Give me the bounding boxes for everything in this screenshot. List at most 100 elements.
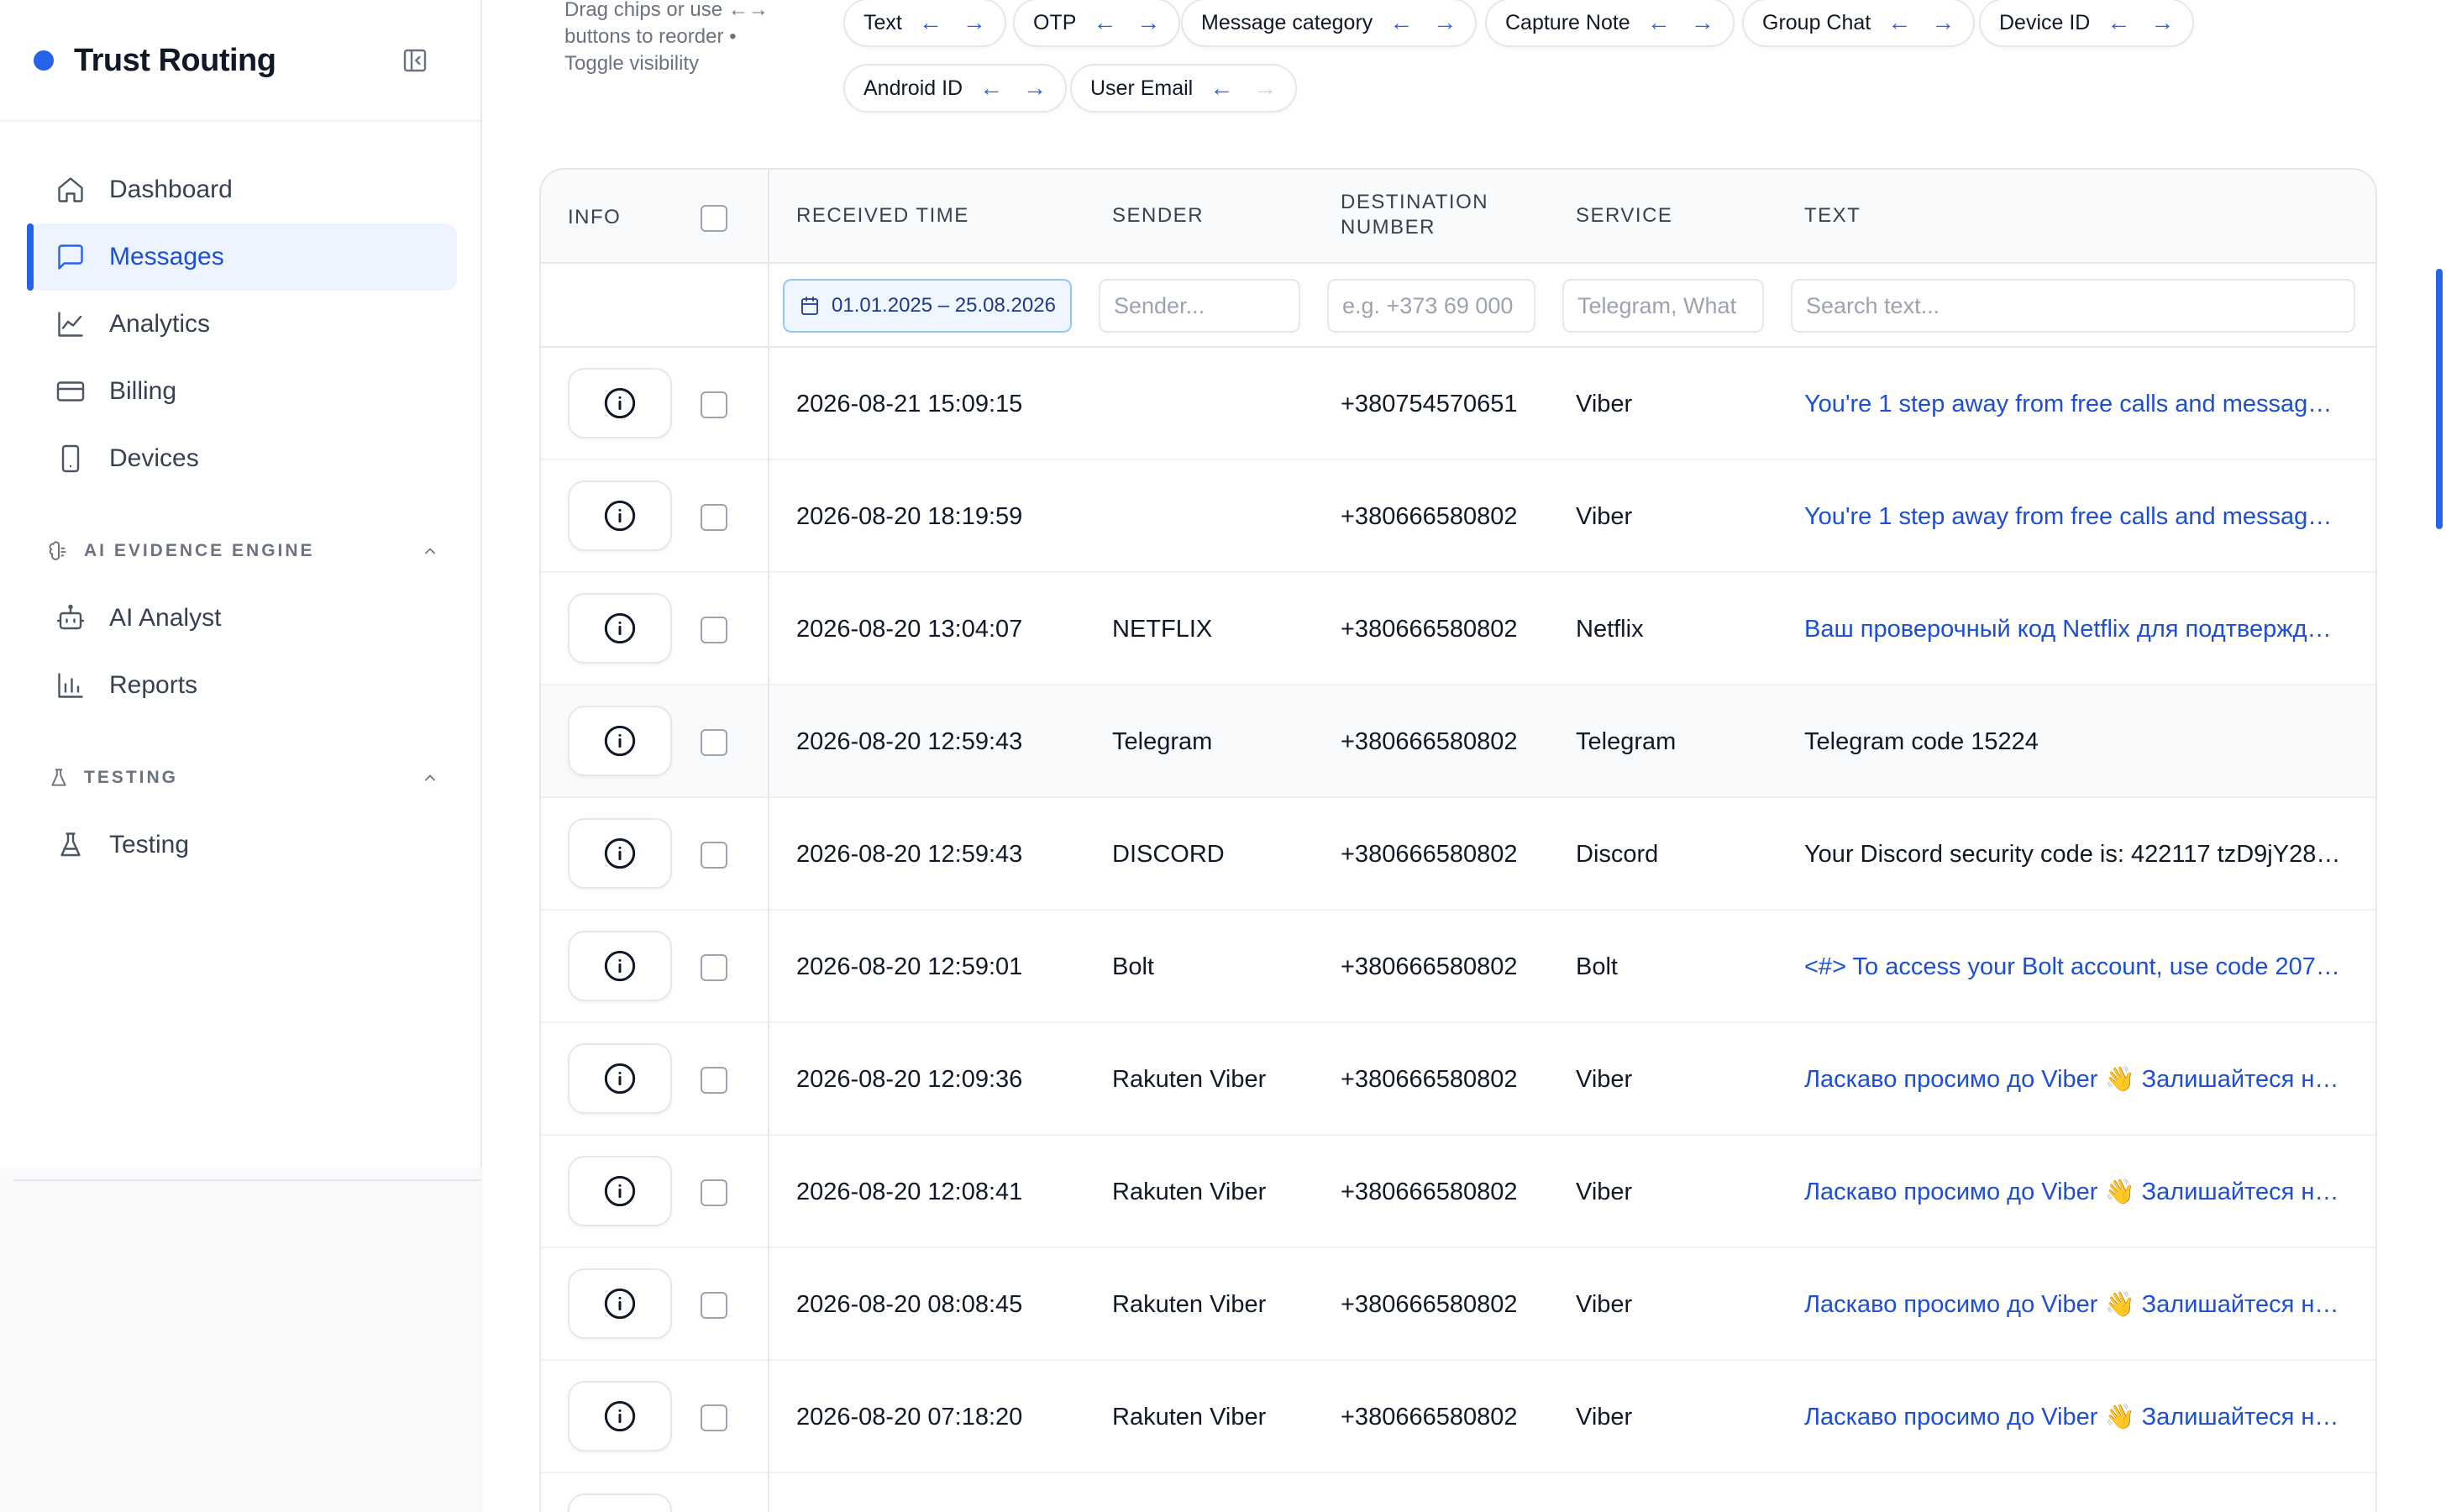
column-header-destination-number[interactable]: DESTINATION NUMBER (1341, 190, 1525, 240)
message-square-icon (54, 240, 87, 274)
chip-group-chat[interactable]: Group Chat ← → (1742, 0, 1976, 47)
row-select-checkbox[interactable] (701, 391, 727, 418)
table-row[interactable]: 2026-08-20 12:59:43 DISCORD +380666580802 D… (541, 798, 2375, 911)
table-row[interactable]: 2026-08-21 15:09:15 +380754570651 Viber You… (541, 348, 2375, 460)
brand[interactable]: Trust Routing (34, 40, 276, 81)
sidebar-item-testing[interactable]: Testing (27, 811, 457, 879)
table-row[interactable]: 2026-08-20 07:18:20 Rakuten Viber +3806665… (541, 1361, 2375, 1473)
column-divider (768, 170, 769, 262)
sidebar-item-reports[interactable]: Reports (27, 652, 457, 719)
table-row[interactable]: 2026-08-20 12:09:36 Rakuten Viber +3806665… (541, 1023, 2375, 1136)
cell-text[interactable]: Ваш проверочный код Netflix для подтверж… (1804, 573, 2342, 685)
chip-otp[interactable]: OTP ← → (1013, 0, 1181, 47)
row-select-checkbox[interactable] (701, 1179, 727, 1206)
row-info-button[interactable] (568, 706, 672, 776)
move-right-button[interactable]: → (2150, 9, 2174, 36)
cell-text[interactable]: Ласкаво просимо до Viber 👋 Залишайтеся н… (1804, 1023, 2342, 1136)
row-info-button[interactable] (568, 1381, 672, 1452)
cell-text[interactable]: You're 1 step away from free calls and m… (1804, 460, 2342, 573)
service-filter-input[interactable] (1562, 279, 1764, 333)
chip-text[interactable]: Text ← → (843, 0, 1006, 47)
column-header-sender[interactable]: SENDER (1112, 203, 1204, 228)
sidebar-collapse-icon (403, 49, 427, 72)
chevron-up-icon[interactable] (418, 539, 442, 563)
row-info-button[interactable] (568, 818, 672, 889)
row-select-checkbox[interactable] (701, 954, 727, 981)
table-row[interactable]: 2026-08-20 12:08:41 Rakuten Viber +3806665… (541, 1136, 2375, 1248)
scrollbar-track[interactable] (2434, 0, 2446, 1512)
row-info-button[interactable] (568, 931, 672, 1001)
chip-user-email[interactable]: User Email ← → (1070, 64, 1298, 113)
column-header-text[interactable]: TEXT (1804, 203, 1861, 228)
row-info-button[interactable] (568, 368, 672, 438)
move-right-button[interactable]: → (963, 9, 986, 36)
cell-text[interactable]: <#> To access your Bolt account, use cod… (1804, 911, 2342, 1023)
chip-device-id[interactable]: Device ID ← → (1979, 0, 2195, 47)
cell-text[interactable]: Ласкаво просимо до Viber 👋 Залишайтеся н… (1804, 1248, 2342, 1361)
row-select-checkbox[interactable] (701, 1404, 727, 1431)
cell-received-time: 2026-08-20 08:08:45 (796, 1290, 1023, 1318)
row-select-checkbox[interactable] (701, 729, 727, 756)
row-select-checkbox[interactable] (701, 1067, 727, 1094)
move-left-button[interactable]: ← (1389, 9, 1413, 36)
select-all-checkbox[interactable] (701, 205, 727, 232)
move-right-button[interactable]: → (1023, 75, 1047, 102)
row-info-button[interactable] (568, 1494, 672, 1512)
cell-destination-number: +380666580802 (1341, 1178, 1518, 1205)
table-row[interactable]: 2026-08-20 18:19:59 +380666580802 Viber You… (541, 460, 2375, 573)
cell-text[interactable]: You're 1 step away from free calls and m… (1804, 348, 2342, 460)
text-filter-input[interactable] (1791, 279, 2355, 333)
row-info-button[interactable] (568, 1268, 672, 1339)
info-icon (604, 387, 636, 419)
sidebar-item-ai-analyst[interactable]: AI Analyst (27, 585, 457, 652)
move-left-button[interactable]: ← (919, 9, 942, 36)
move-left-button[interactable]: ← (979, 75, 1003, 102)
move-right-button[interactable]: → (1136, 9, 1160, 36)
sidebar-item-billing[interactable]: Billing (27, 358, 457, 425)
move-left-button[interactable]: ← (1647, 9, 1671, 36)
row-select-checkbox[interactable] (701, 617, 727, 643)
sidebar-item-analytics[interactable]: Analytics (27, 291, 457, 358)
chip-label: Capture Note (1505, 10, 1630, 34)
table-row[interactable]: 2026-08-20 12:59:43 Telegram +380666580802… (541, 685, 2375, 798)
row-info-button[interactable] (568, 480, 672, 551)
move-left-button[interactable]: ← (1093, 9, 1116, 36)
move-left-button[interactable]: ← (2107, 9, 2130, 36)
table-row[interactable]: 2026-08-20 12:59:01 Bolt +380666580802 Bolt… (541, 911, 2375, 1023)
row-info-button[interactable] (568, 1043, 672, 1114)
cell-received-time: 2026-08-20 12:59:01 (796, 953, 1023, 980)
row-select-checkbox[interactable] (701, 1292, 727, 1319)
chip-android-id[interactable]: Android ID ← → (843, 64, 1068, 113)
scrollbar-thumb[interactable] (2436, 269, 2443, 529)
move-left-button[interactable]: ← (1887, 9, 1911, 36)
row-select-checkbox[interactable] (701, 842, 727, 869)
cell-text[interactable]: Ласкаво просимо до Viber 👋 Залишайтеся н… (1804, 1361, 2342, 1473)
section-ai-evidence-engine[interactable]: AI EVIDENCE ENGINE (47, 534, 442, 568)
destination-filter-input[interactable] (1327, 279, 1535, 333)
row-info-button[interactable] (568, 1156, 672, 1226)
sender-filter-input[interactable] (1099, 279, 1300, 333)
flask-icon (54, 828, 87, 862)
table-row[interactable]: 2026-08-20 08:08:45 Rakuten Viber +3806665… (541, 1248, 2375, 1361)
sidebar-item-messages[interactable]: Messages (27, 223, 457, 291)
chip-message-category[interactable]: Message category ← → (1181, 0, 1478, 47)
row-info-button[interactable] (568, 593, 672, 664)
sidebar-item-dashboard[interactable]: Dashboard (27, 156, 457, 223)
sidebar-item-devices[interactable]: Devices (27, 425, 457, 492)
table-row[interactable] (541, 1473, 2375, 1512)
chevron-up-icon[interactable] (418, 766, 442, 790)
date-range-filter[interactable]: 01.01.2025 – 25.08.2026 (783, 279, 1072, 333)
table-row[interactable]: 2026-08-20 13:04:07 NETFLIX +380666580802 N… (541, 573, 2375, 685)
flask-icon (47, 766, 71, 790)
move-right-button[interactable]: → (1691, 9, 1714, 36)
column-header-received-time[interactable]: RECEIVED TIME (796, 203, 969, 228)
cell-text[interactable]: Ласкаво просимо до Viber 👋 Залишайтеся н… (1804, 1136, 2342, 1248)
move-right-button[interactable]: → (1433, 9, 1457, 36)
collapse-sidebar-button[interactable] (398, 44, 432, 77)
row-select-checkbox[interactable] (701, 504, 727, 531)
chip-capture-note[interactable]: Capture Note ← → (1485, 0, 1735, 47)
move-left-button[interactable]: ← (1210, 75, 1233, 102)
move-right-button[interactable]: → (1931, 9, 1955, 36)
section-testing[interactable]: TESTING (47, 761, 442, 795)
column-header-service[interactable]: SERVICE (1576, 203, 1672, 228)
